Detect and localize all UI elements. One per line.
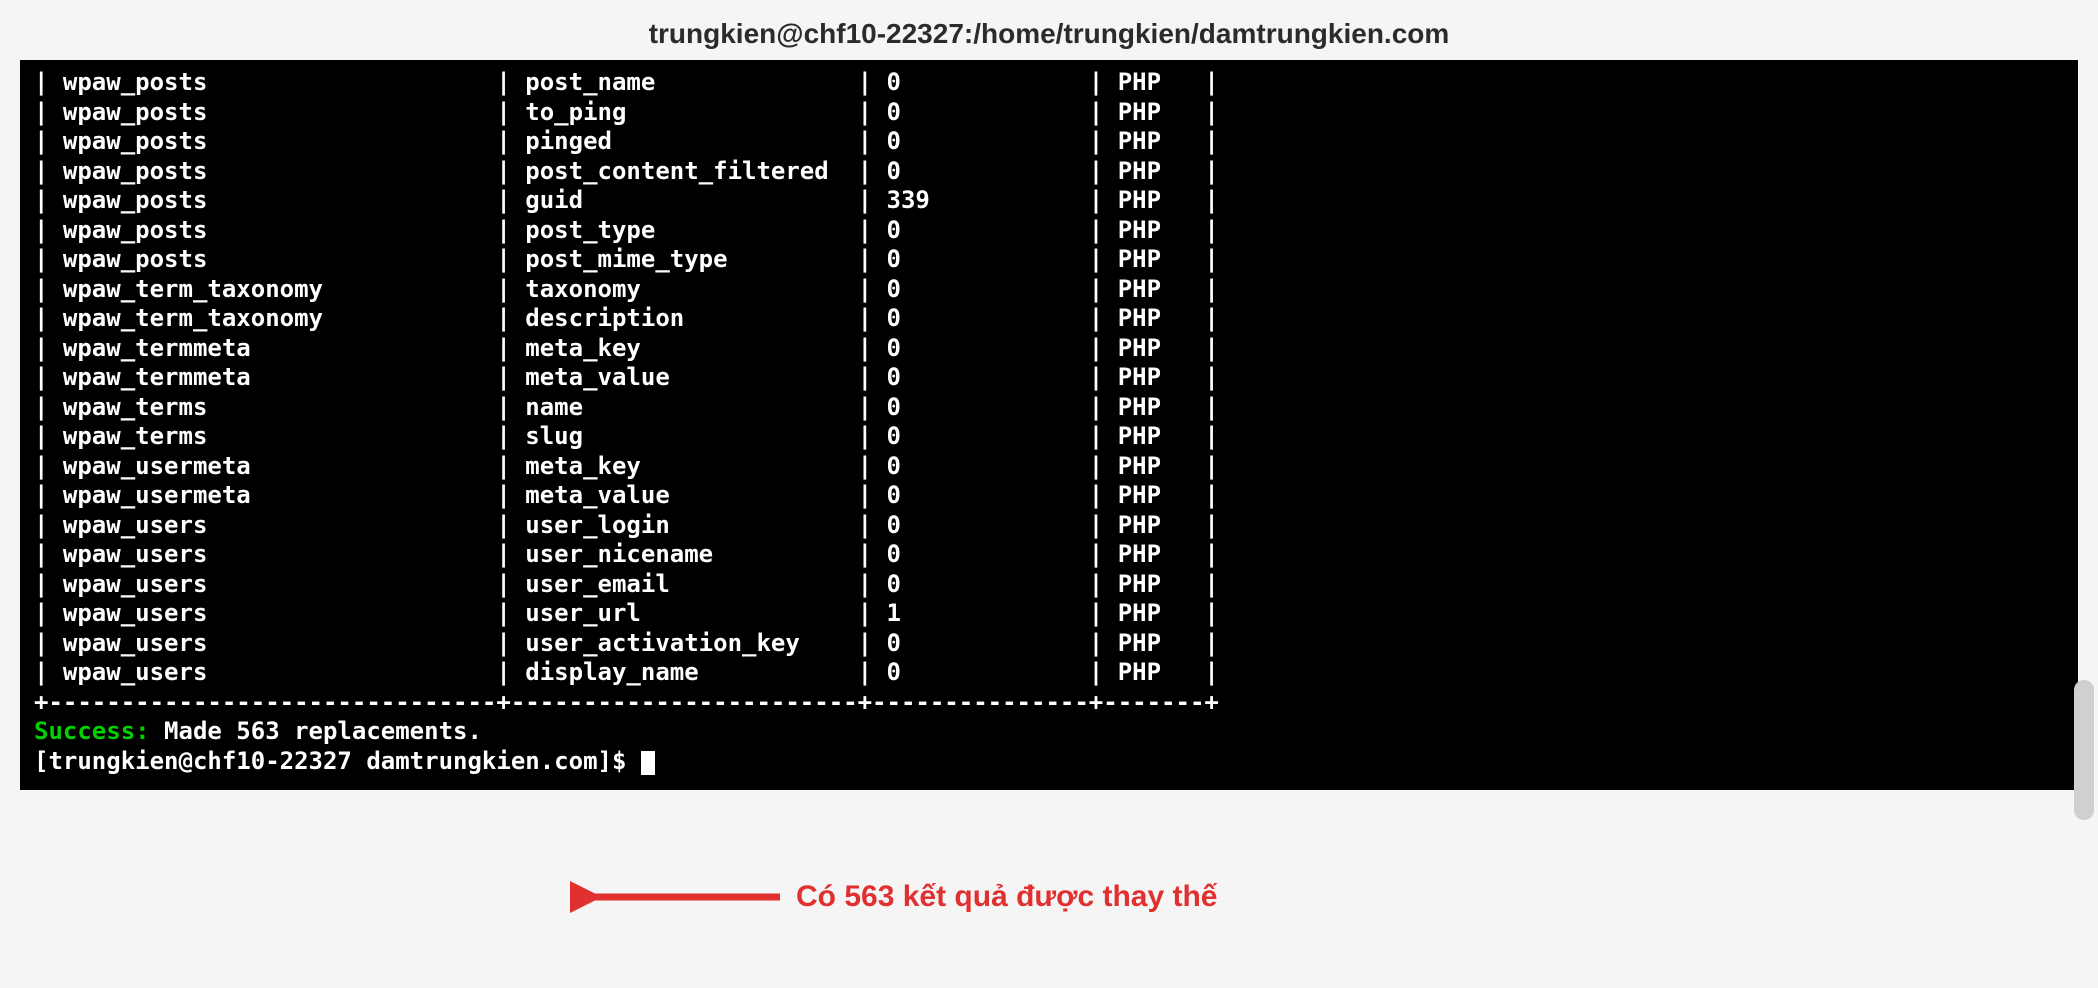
- table-row: | wpaw_users | user_login | 0 | PHP |: [34, 511, 2064, 541]
- success-label: Success:: [34, 717, 150, 745]
- success-line: Success: Made 563 replacements.: [34, 717, 2064, 747]
- table-row: | wpaw_term_taxonomy | taxonomy | 0 | PH…: [34, 275, 2064, 305]
- table-row: | wpaw_users | user_activation_key | 0 |…: [34, 629, 2064, 659]
- scrollbar-thumb[interactable]: [2074, 680, 2094, 820]
- table-row: | wpaw_terms | slug | 0 | PHP |: [34, 422, 2064, 452]
- table-row: | wpaw_term_taxonomy | description | 0 |…: [34, 304, 2064, 334]
- cursor-icon: [641, 751, 655, 775]
- shell-prompt: [trungkien@chf10-22327 damtrungkien.com]…: [34, 747, 641, 775]
- table-rows: | wpaw_posts | post_name | 0 | PHP || wp…: [34, 68, 2064, 688]
- table-row: | wpaw_termmeta | meta_value | 0 | PHP |: [34, 363, 2064, 393]
- arrow-left-icon: [570, 875, 790, 919]
- table-row: | wpaw_posts | post_name | 0 | PHP |: [34, 68, 2064, 98]
- table-row: | wpaw_posts | to_ping | 0 | PHP |: [34, 98, 2064, 128]
- annotation-text: Có 563 kết quả được thay thế: [796, 880, 1218, 914]
- table-row: | wpaw_posts | post_type | 0 | PHP |: [34, 216, 2064, 246]
- table-row: | wpaw_users | user_email | 0 | PHP |: [34, 570, 2064, 600]
- table-row: | wpaw_users | user_nicename | 0 | PHP |: [34, 540, 2064, 570]
- annotation-overlay: Có 563 kết quả được thay thế: [570, 875, 1218, 919]
- table-row: | wpaw_posts | pinged | 0 | PHP |: [34, 127, 2064, 157]
- table-row: | wpaw_posts | guid | 339 | PHP |: [34, 186, 2064, 216]
- table-row: | wpaw_terms | name | 0 | PHP |: [34, 393, 2064, 423]
- table-row: | wpaw_users | user_url | 1 | PHP |: [34, 599, 2064, 629]
- table-row: | wpaw_posts | post_content_filtered | 0…: [34, 157, 2064, 187]
- table-row: | wpaw_usermeta | meta_value | 0 | PHP |: [34, 481, 2064, 511]
- prompt-line[interactable]: [trungkien@chf10-22327 damtrungkien.com]…: [34, 747, 2064, 777]
- terminal-output[interactable]: | wpaw_posts | post_name | 0 | PHP || wp…: [20, 60, 2078, 790]
- window-title: trungkien@chf10-22327:/home/trungkien/da…: [0, 0, 2098, 60]
- table-row: | wpaw_usermeta | meta_key | 0 | PHP |: [34, 452, 2064, 482]
- table-bottom-border: +-------------------------------+-------…: [34, 688, 2064, 718]
- success-message: Made 563 replacements.: [150, 717, 482, 745]
- table-row: | wpaw_termmeta | meta_key | 0 | PHP |: [34, 334, 2064, 364]
- table-row: | wpaw_users | display_name | 0 | PHP |: [34, 658, 2064, 688]
- table-row: | wpaw_posts | post_mime_type | 0 | PHP …: [34, 245, 2064, 275]
